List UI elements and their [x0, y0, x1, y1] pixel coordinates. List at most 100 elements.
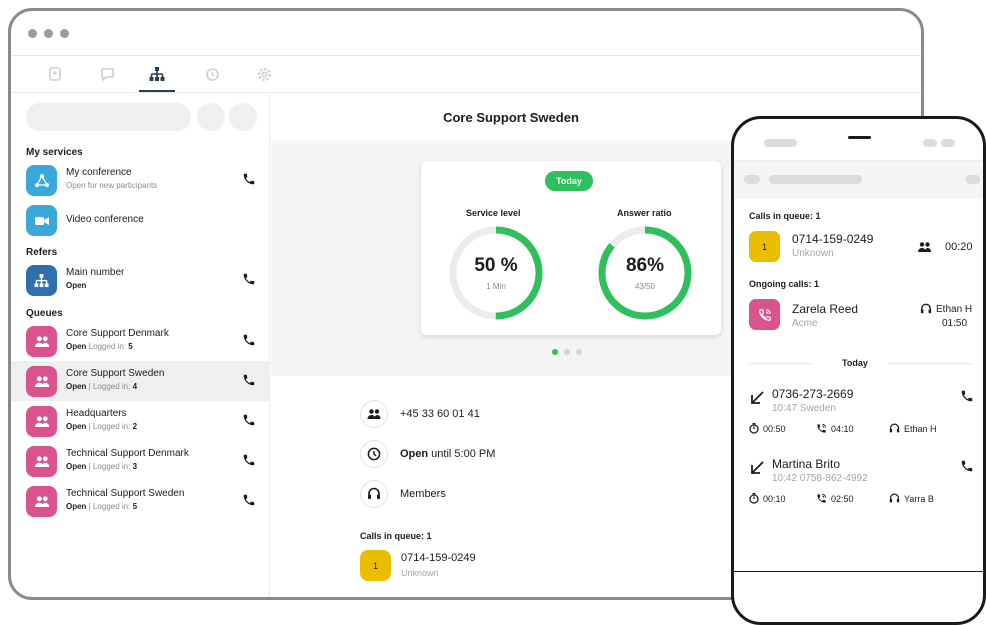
- pager-dot[interactable]: [576, 349, 582, 355]
- queue-status: Open | Logged in: 4: [66, 382, 138, 391]
- history-subtitle: 10:47 Sweden: [772, 403, 836, 414]
- phone-icon[interactable]: [242, 413, 256, 427]
- history-wait: 00:50: [749, 423, 786, 434]
- queue-status: Open Logged in: 5: [66, 342, 133, 351]
- answer-ratio-value: 86%: [625, 255, 665, 276]
- carousel-pager: [552, 349, 582, 355]
- mobile-status-bar: [734, 119, 983, 161]
- window-dot-maximize[interactable]: [60, 29, 69, 38]
- history-talk: 02:50: [816, 493, 854, 504]
- phone-icon[interactable]: [242, 373, 256, 387]
- mobile-notch: [848, 136, 871, 139]
- phone-icon[interactable]: [242, 453, 256, 467]
- stats-card: Today Service level 50 % 1 Min Answer ra…: [421, 161, 721, 335]
- ongoing-calls-title: Ongoing calls: 1: [749, 279, 820, 289]
- pager-dot[interactable]: [564, 349, 570, 355]
- phone-icon[interactable]: [242, 333, 256, 347]
- service-row-video-conference[interactable]: Video conference: [11, 200, 269, 240]
- queue-title: Technical Support Sweden: [66, 488, 185, 499]
- video-icon: [26, 205, 57, 236]
- queue-call-number[interactable]: 0714-159-0249: [792, 232, 873, 246]
- search-placeholder: [744, 175, 760, 184]
- mobile-search-bar[interactable]: [734, 161, 983, 199]
- settings-icon[interactable]: [255, 65, 273, 83]
- pager-dot[interactable]: [552, 349, 558, 355]
- history-wait: 00:10: [749, 493, 786, 504]
- queue-wait-time: 00:20: [945, 241, 973, 253]
- divider: [888, 363, 972, 364]
- history-subtitle: 10:42 0758-862-4992: [772, 473, 868, 484]
- queue-row[interactable]: Technical Support Sweden Open | Logged in…: [11, 481, 269, 521]
- history-title: 0736-273-2669: [772, 387, 854, 401]
- refer-row-main-number[interactable]: Main number Open: [11, 260, 269, 300]
- window-dot-close[interactable]: [28, 29, 37, 38]
- chat-icon[interactable]: [98, 65, 116, 83]
- calls-in-queue-title: Calls in queue: 1: [360, 531, 432, 541]
- ongoing-caller-company: Acme: [792, 318, 818, 329]
- queue-row[interactable]: Technical Support Denmark Open | Logged i…: [11, 441, 269, 481]
- missed-call-arrow-icon: [749, 390, 765, 406]
- queue-title: Core Support Sweden: [66, 368, 165, 379]
- history-icon[interactable]: [203, 65, 221, 83]
- ongoing-call-icon: [749, 299, 780, 330]
- queue-group-icon: [26, 326, 57, 357]
- sidebar-search-input[interactable]: [26, 103, 191, 131]
- phone-icon[interactable]: [960, 459, 974, 473]
- queue-call-number[interactable]: 0714-159-0249: [401, 552, 476, 564]
- queue-group-icon: [26, 406, 57, 437]
- service-level-sub: 1 Min: [486, 282, 506, 291]
- status-placeholder: [764, 139, 797, 147]
- queue-position-badge: 1: [360, 550, 391, 581]
- headset-icon: [889, 493, 900, 504]
- contacts-icon[interactable]: [46, 65, 64, 83]
- service-level-label: Service level: [466, 208, 521, 218]
- section-title-refers: Refers: [26, 247, 58, 258]
- queue-title: Core Support Denmark: [66, 328, 169, 339]
- queue-group-icon: [26, 446, 57, 477]
- phone-icon[interactable]: [242, 493, 256, 507]
- queue-call-sub: Unknown: [401, 568, 439, 578]
- sidebar-filter-button[interactable]: [197, 103, 225, 131]
- mobile-device: Calls in queue: 1 1 0714-159-0249 Unknow…: [731, 116, 986, 625]
- queue-call-sub: Unknown: [792, 248, 834, 259]
- queue-title: Headquarters: [66, 408, 127, 419]
- phone-icon[interactable]: [960, 389, 974, 403]
- timer-icon: [749, 493, 759, 504]
- queue-group-icon: [26, 366, 57, 397]
- clock-icon: [360, 440, 388, 468]
- title-bar: [11, 11, 921, 56]
- ongoing-caller-name[interactable]: Zarela Reed: [792, 302, 858, 316]
- sidebar-add-button[interactable]: [229, 103, 257, 131]
- history-today-label: Today: [842, 358, 868, 368]
- service-row-my-conference[interactable]: My conference Open for new participants: [11, 160, 269, 200]
- headset-icon: [920, 303, 932, 315]
- queue-row[interactable]: Headquarters Open | Logged in: 2: [11, 401, 269, 441]
- sidebar: My services My conference Open for new p…: [11, 94, 270, 597]
- service-title: Video conference: [66, 214, 144, 225]
- missed-call-arrow-icon: [749, 460, 765, 476]
- info-members[interactable]: Members: [360, 480, 446, 508]
- refer-title: Main number: [66, 267, 125, 278]
- window-controls: [28, 29, 69, 38]
- info-phone-number: +45 33 60 01 41: [360, 400, 480, 428]
- info-opening-hours: Open until 5:00 PM: [360, 440, 495, 468]
- phone-icon[interactable]: [242, 172, 256, 186]
- today-badge: Today: [545, 171, 593, 191]
- org-chart-icon: [26, 265, 57, 296]
- opening-hours-text: Open until 5:00 PM: [400, 448, 496, 460]
- search-placeholder: [769, 175, 862, 184]
- service-level-value: 50 %: [474, 255, 518, 276]
- mobile-calls-in-queue-title: Calls in queue: 1: [749, 211, 821, 221]
- window-dot-minimize[interactable]: [44, 29, 53, 38]
- service-title: My conference: [66, 167, 132, 178]
- phone-icon[interactable]: [242, 272, 256, 286]
- org-chart-icon[interactable]: [148, 65, 166, 83]
- queue-row[interactable]: Core Support Denmark Open Logged in: 5: [11, 321, 269, 361]
- headset-icon: [360, 480, 388, 508]
- status-placeholder: [941, 139, 955, 147]
- queue-row[interactable]: Core Support Sweden Open | Logged in: 4: [11, 361, 269, 401]
- members-link[interactable]: Members: [400, 488, 446, 500]
- members-icon: [360, 400, 388, 428]
- active-tab-indicator: [139, 90, 175, 92]
- queue-group-icon: [26, 486, 57, 517]
